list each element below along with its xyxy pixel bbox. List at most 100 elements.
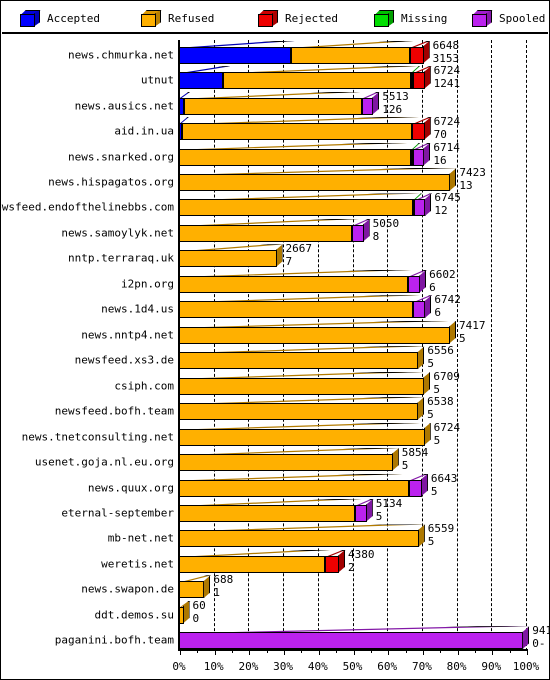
bar-value-secondary: 5: [427, 357, 435, 371]
legend-label: Accepted: [47, 11, 100, 25]
bar-value-secondary: 1241: [433, 77, 461, 91]
bar-segment-refused[interactable]: [179, 504, 355, 522]
cube-icon: [20, 9, 41, 27]
bar-segment-refused[interactable]: [179, 250, 277, 268]
bar-value-secondary: 12: [434, 204, 448, 218]
bar-value-total: 2667: [285, 242, 313, 256]
bar-value-secondary: 5: [430, 484, 438, 498]
bar-segment-refused[interactable]: [179, 555, 326, 573]
bar-segment-refused[interactable]: [179, 530, 419, 548]
plot-area: Outgoing feeds (innfeed) by Articles 0%1…: [1, 34, 549, 679]
bar-segment-spooled[interactable]: [414, 199, 426, 217]
gridline: [491, 40, 493, 651]
cube-icon: [374, 9, 395, 27]
bar-value-total: 4380: [347, 547, 375, 561]
bar-value-secondary: 16: [433, 153, 447, 167]
bar-segment-spooled[interactable]: [179, 632, 524, 650]
bar-segment-spooled[interactable]: [351, 224, 364, 242]
bar-value-total: 6538: [427, 395, 454, 409]
bar-value-total: 6648: [432, 38, 460, 52]
category-label: news.quux.org: [87, 481, 174, 495]
bar-segment-refused[interactable]: [291, 46, 411, 64]
bar-value-secondary: 6: [429, 280, 436, 294]
bar-segment-accepted[interactable]: [179, 72, 224, 90]
x-tick: [318, 649, 320, 655]
bar-value-total: 6745: [434, 191, 461, 205]
cube-face: [374, 13, 389, 27]
gridline: [526, 40, 527, 651]
x-tick: [284, 649, 286, 655]
bar-segment-refused[interactable]: [179, 199, 413, 217]
category-label: eternal-september: [61, 506, 174, 520]
bar-segment-refused[interactable]: [183, 97, 362, 115]
category-label: news.nntp4.net: [81, 328, 174, 342]
legend-label: Spooled: [499, 11, 546, 25]
bar-value-total: 688: [213, 573, 234, 587]
x-tick: [492, 649, 494, 655]
bar-segment-refused[interactable]: [223, 72, 411, 90]
bar-segment-refused[interactable]: [179, 326, 450, 344]
category-label: news.chmurka.net: [68, 48, 174, 62]
bar-value-total: 6602: [429, 267, 456, 281]
x-tick: [353, 649, 355, 655]
bar-value-secondary: 7: [285, 255, 293, 269]
bar-segment-refused[interactable]: [179, 479, 410, 497]
bar-value-total: 60: [192, 598, 206, 612]
bar-segment-refused[interactable]: [179, 301, 413, 319]
category-label: utnut: [140, 73, 174, 87]
bar-segment-rejected[interactable]: [410, 46, 424, 64]
bar-segment-refused[interactable]: [179, 454, 393, 472]
bar-value-total: 5134: [375, 496, 403, 510]
bar-value-secondary: 2: [347, 560, 355, 574]
bar-segment-rejected[interactable]: [325, 555, 339, 573]
bar-segment-refused[interactable]: [179, 352, 419, 370]
bar-segment-refused[interactable]: [181, 123, 413, 141]
bar-segment-refused[interactable]: [179, 275, 409, 293]
bar-value-total: 6559: [427, 522, 455, 536]
bar-segment-spooled[interactable]: [409, 479, 422, 497]
bar-segment-refused[interactable]: [179, 403, 419, 421]
bar-segment-spooled[interactable]: [361, 97, 374, 115]
bar-value-secondary: 5: [401, 459, 409, 473]
gridline: [456, 40, 458, 651]
x-tick: [388, 649, 390, 655]
bar-value-secondary: 5: [427, 408, 434, 422]
bar-value-secondary: 13: [459, 179, 473, 193]
x-minor-tick: [509, 649, 511, 653]
bar-value-secondary: 1: [213, 586, 220, 600]
x-tick-label: 10%: [203, 660, 224, 673]
category-label: news.ausics.net: [74, 99, 174, 113]
bar-value-secondary: 5: [427, 535, 435, 549]
legend-label: Refused: [168, 11, 215, 25]
bar-value-total: 5050: [372, 216, 400, 230]
bar-value-secondary: 0: [192, 611, 200, 625]
bar-segment-refused[interactable]: [179, 224, 352, 242]
bar-segment-refused[interactable]: [179, 428, 425, 446]
x-tick-label: 80%: [446, 660, 467, 673]
x-minor-tick: [474, 649, 476, 653]
bar-segment-rejected[interactable]: [412, 72, 425, 90]
category-label: csiph.com: [114, 379, 174, 393]
bar-value-total: 5513: [382, 89, 409, 103]
bar-segment-refused[interactable]: [179, 377, 425, 395]
bar-segment-spooled[interactable]: [408, 275, 421, 293]
bar-value-secondary: 5: [433, 433, 441, 447]
bar-segment-accepted[interactable]: [179, 46, 292, 64]
category-label: weretis.net: [101, 557, 174, 571]
bar-value-secondary: 70: [433, 128, 447, 142]
category-label: news.hispagatos.org: [48, 175, 174, 189]
bar-segment-refused[interactable]: [179, 174, 451, 192]
x-tick-label: 90%: [481, 660, 502, 673]
bar-value-secondary: 8: [372, 229, 380, 243]
bar-value-total: 6742: [434, 293, 461, 307]
bar-segment-spooled[interactable]: [412, 301, 426, 319]
bar-segment-spooled[interactable]: [354, 504, 367, 522]
category-label: news.1d4.us: [101, 302, 174, 316]
category-label: paganini.bofh.team: [54, 633, 174, 647]
category-label: news.snarked.org: [68, 150, 174, 164]
bar-segment-spooled[interactable]: [413, 148, 425, 166]
bar-segment-rejected[interactable]: [412, 123, 425, 141]
bar-segment-refused[interactable]: [179, 581, 205, 599]
bar-value-secondary: 5: [459, 331, 466, 345]
bar-segment-refused[interactable]: [179, 148, 412, 166]
